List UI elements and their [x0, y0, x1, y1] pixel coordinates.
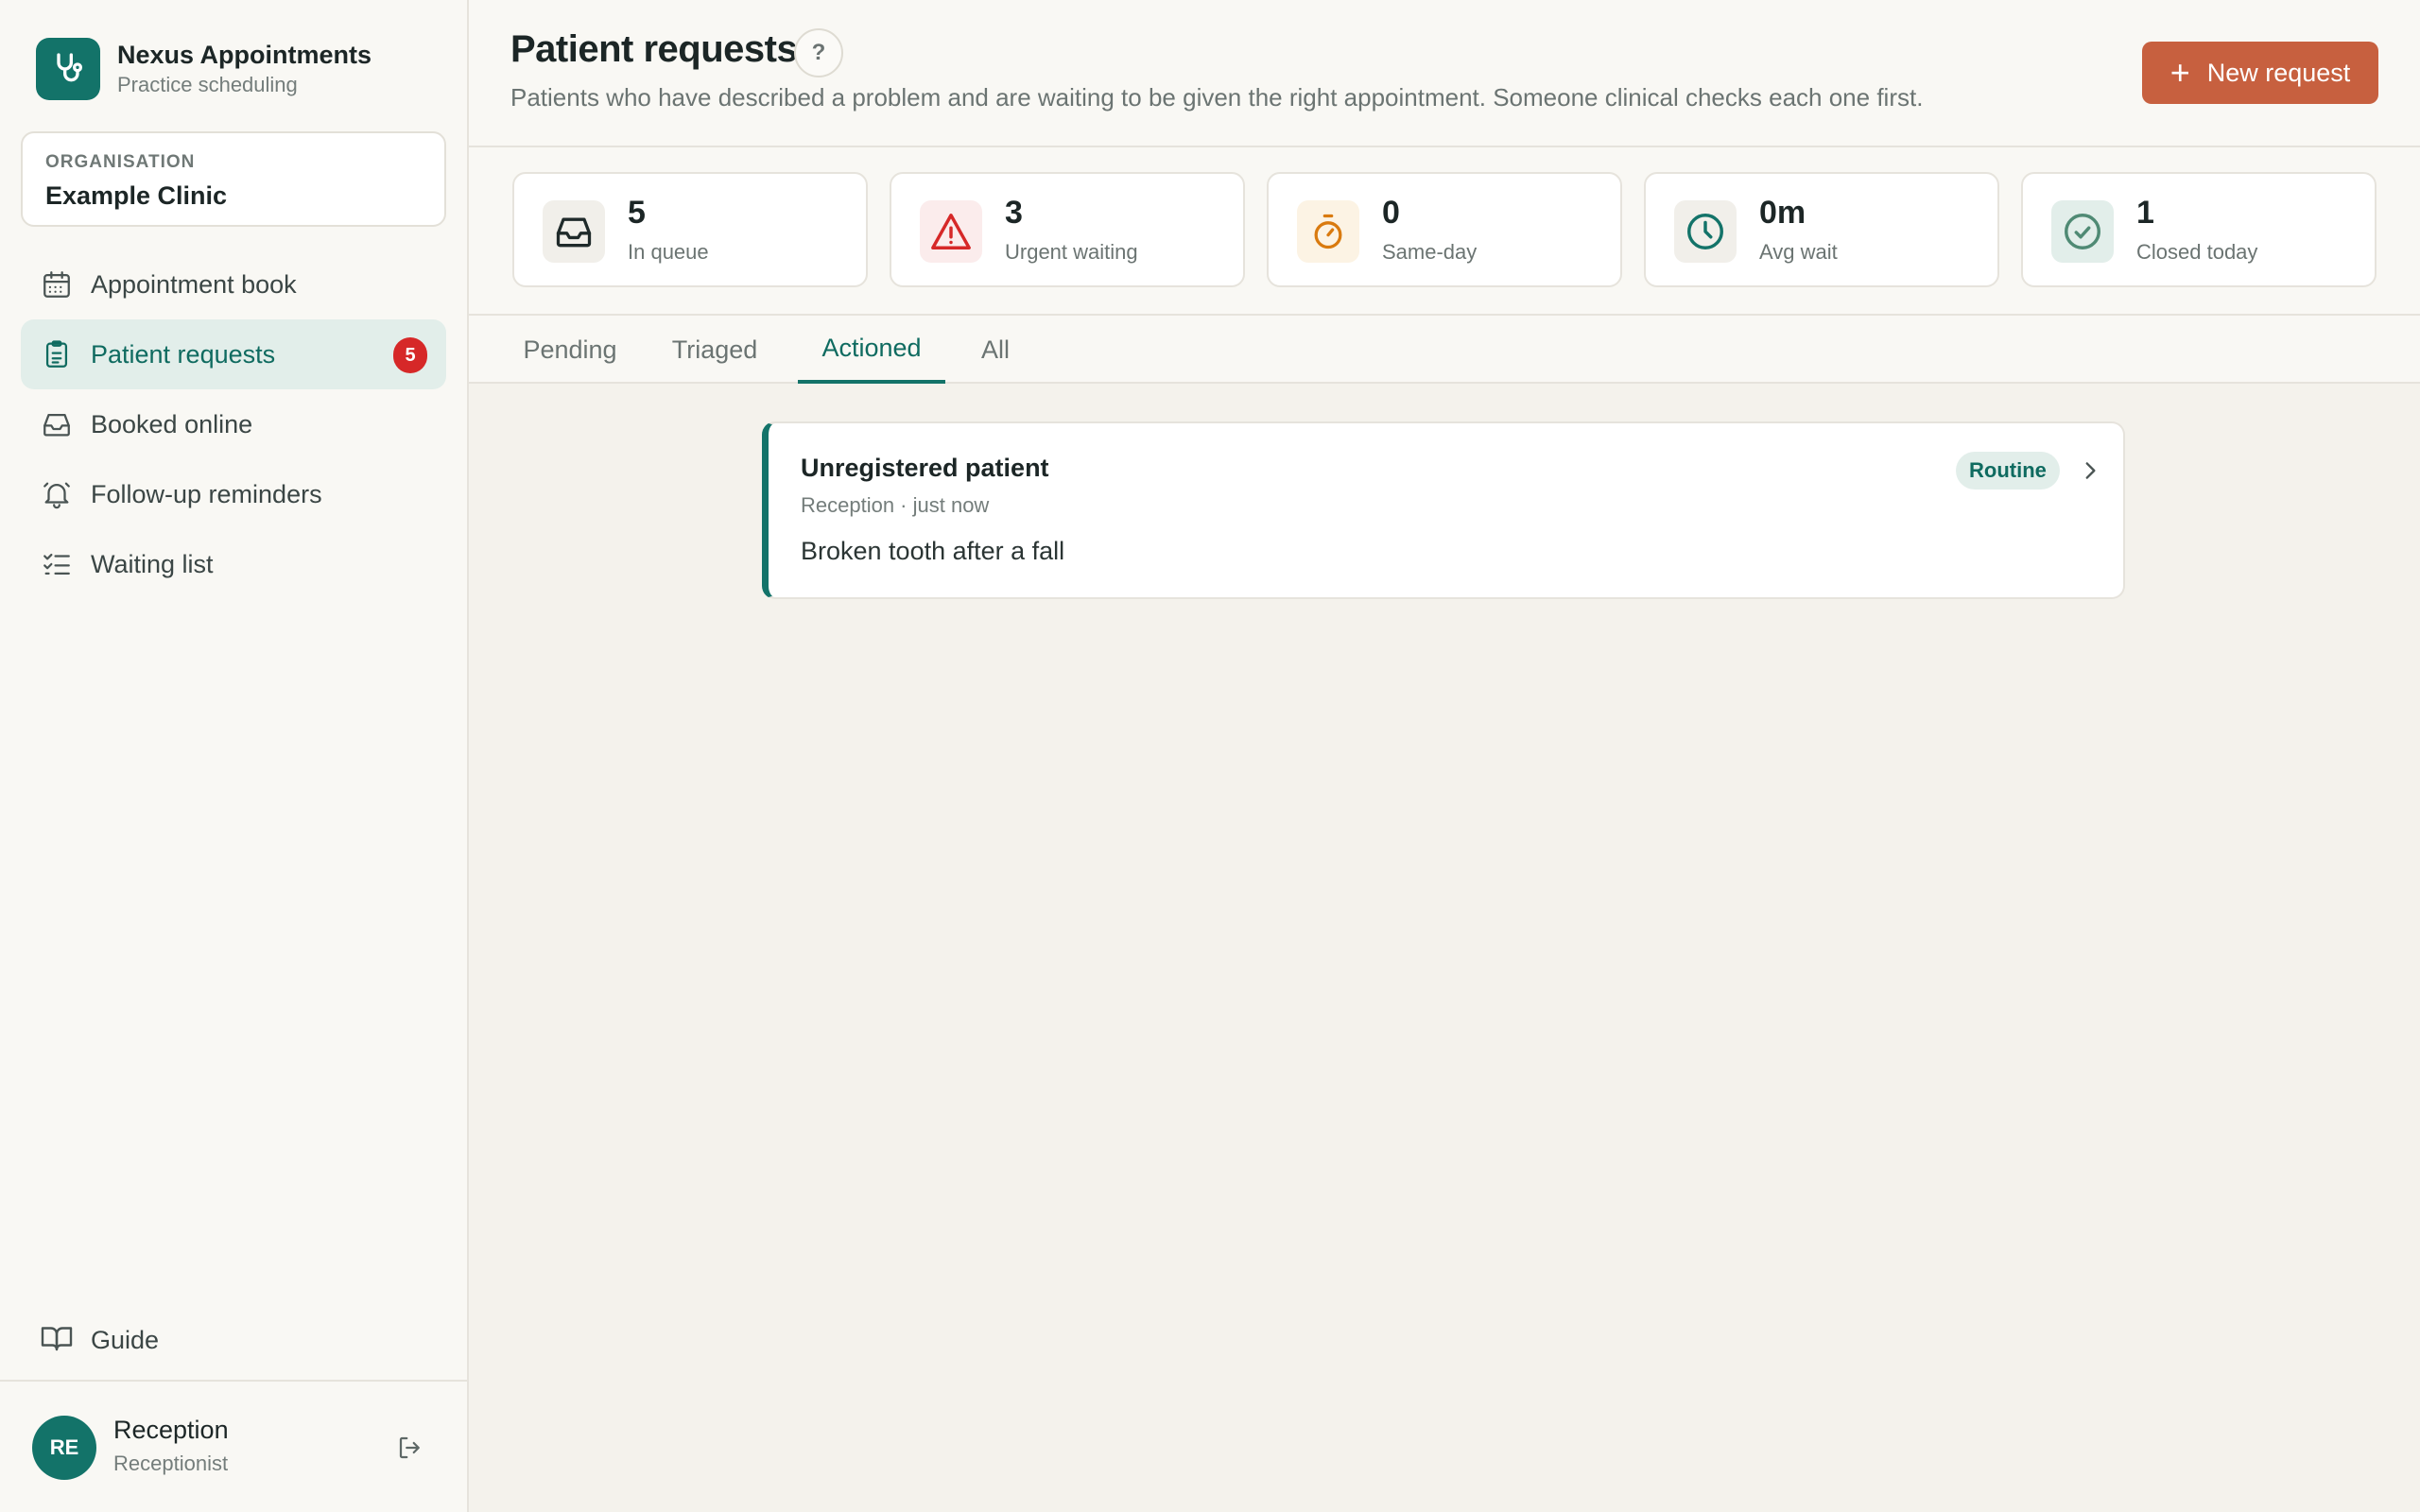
new-request-label: New request: [2206, 58, 2351, 87]
inbox-tray-icon: [543, 200, 605, 263]
stats-bar: 5 In queue 3 Urgent waiting 0 Same-day 0…: [469, 147, 2420, 316]
page-description: Patients who have described a problem an…: [510, 83, 1924, 112]
tab-triaged[interactable]: Triaged: [662, 316, 768, 384]
sidebar-item-follow-up-reminders[interactable]: Follow-up reminders: [21, 459, 446, 529]
organisation-selector[interactable]: ORGANISATION Example Clinic: [21, 131, 446, 227]
checklist-icon: [40, 547, 74, 581]
clipboard-icon: [40, 337, 74, 371]
sidebar-item-label: Booked online: [91, 409, 253, 438]
guide-label: Guide: [91, 1326, 160, 1354]
tab-pending[interactable]: Pending: [512, 316, 628, 384]
stat-label: Closed today: [2136, 240, 2258, 264]
stat-card-urgent-waiting: 3 Urgent waiting: [890, 172, 1245, 287]
organisation-label: ORGANISATION: [45, 152, 196, 172]
sidebar: Nexus Appointments Practice scheduling O…: [0, 0, 469, 1512]
priority-badge: Routine: [1956, 452, 2060, 490]
brand-title: Nexus Appointments: [117, 41, 372, 69]
count-badge: 5: [393, 337, 427, 373]
sidebar-nav: Appointment book Patient requests 5 Book…: [21, 249, 446, 599]
warning-icon: [920, 200, 982, 263]
request-meta: Reception · just now: [801, 493, 990, 517]
sidebar-item-label: Patient requests: [91, 339, 276, 369]
chevron-right-icon[interactable]: [2077, 457, 2103, 484]
page-title: Patient requests: [510, 28, 798, 70]
sidebar-item-appointment-book[interactable]: Appointment book: [21, 249, 446, 319]
request-patient-name: Unregistered patient: [801, 454, 1049, 482]
stat-value: 0: [1382, 195, 1400, 231]
book-icon: [40, 1321, 74, 1360]
organisation-name: Example Clinic: [45, 181, 228, 210]
tab-all[interactable]: All: [972, 316, 1019, 384]
sidebar-item-booked-online[interactable]: Booked online: [21, 389, 446, 459]
bell-icon: [40, 477, 74, 511]
sidebar-item-patient-requests[interactable]: Patient requests 5: [21, 319, 446, 389]
clock-icon: [1674, 200, 1737, 263]
stat-card-closed-today: 1 Closed today: [2021, 172, 2377, 287]
stat-value: 5: [628, 195, 646, 231]
sidebar-item-waiting-list[interactable]: Waiting list: [21, 529, 446, 599]
avatar[interactable]: RE: [32, 1416, 96, 1480]
sidebar-item-guide[interactable]: Guide: [40, 1321, 159, 1360]
status-tabs: Pending Triaged Actioned All: [469, 316, 2420, 384]
stat-label: In queue: [628, 240, 709, 264]
brand[interactable]: Nexus Appointments Practice scheduling: [36, 38, 372, 100]
brand-subtitle: Practice scheduling: [117, 73, 298, 96]
stopwatch-icon: [1297, 200, 1359, 263]
user-name: Reception: [113, 1416, 229, 1444]
stat-value: 1: [2136, 195, 2154, 231]
stat-card-in-queue: 5 In queue: [512, 172, 868, 287]
stat-card-same-day: 0 Same-day: [1267, 172, 1622, 287]
user-profile: RE Reception Receptionist: [0, 1380, 467, 1512]
stat-card-avg-wait: 0m Avg wait: [1644, 172, 1999, 287]
stat-value: 0m: [1759, 195, 1806, 231]
stethoscope-icon: [36, 38, 100, 100]
plus-icon: +: [2169, 53, 2190, 92]
calendar-icon: [40, 267, 74, 301]
logout-icon[interactable]: [391, 1429, 429, 1467]
page-header: Patient requests ? Patients who have des…: [469, 0, 2420, 147]
stat-label: Same-day: [1382, 240, 1478, 264]
sidebar-item-label: Waiting list: [91, 549, 214, 578]
new-request-button[interactable]: + New request: [2142, 42, 2378, 104]
sidebar-item-label: Follow-up reminders: [91, 479, 322, 508]
stat-label: Urgent waiting: [1005, 240, 1138, 264]
help-button[interactable]: ?: [794, 28, 843, 77]
sidebar-item-label: Appointment book: [91, 269, 297, 299]
tab-actioned[interactable]: Actioned: [798, 316, 945, 384]
stat-value: 3: [1005, 195, 1023, 231]
stat-label: Avg wait: [1759, 240, 1838, 264]
inbox-icon: [40, 407, 74, 441]
check-circle-icon: [2051, 200, 2114, 263]
user-role: Receptionist: [113, 1452, 229, 1475]
request-description: Broken tooth after a fall: [801, 537, 1065, 565]
request-card[interactable]: Unregistered patient Reception · just no…: [762, 421, 2125, 599]
